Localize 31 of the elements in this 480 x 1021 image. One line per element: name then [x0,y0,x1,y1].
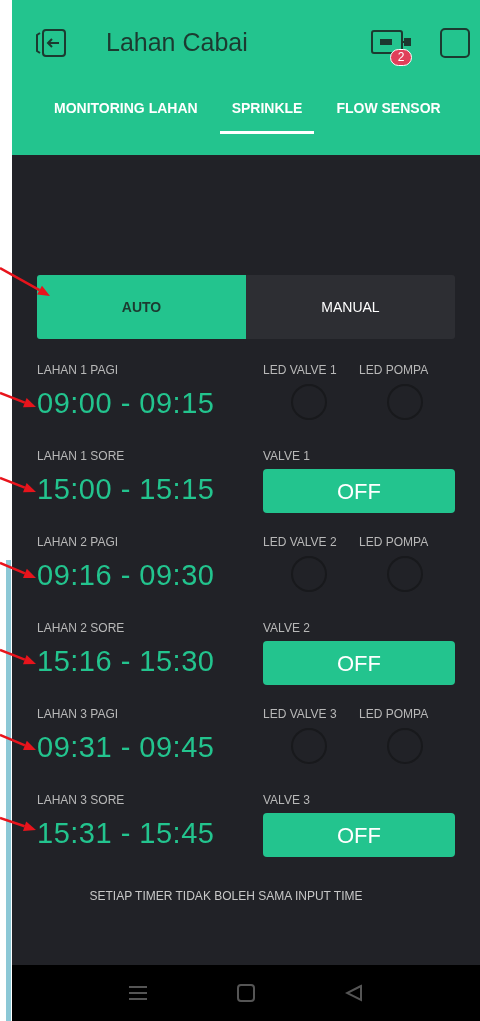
menu-icon[interactable] [129,985,147,1001]
home-icon[interactable] [237,984,255,1002]
led-label: LED VALVE 2 [263,534,337,551]
exit-icon[interactable] [34,26,68,60]
timer-value[interactable]: 09:31 - 09:45 [37,729,215,765]
timer-label: LAHAN 3 SORE [37,792,125,809]
button-label: VALVE 1 [263,448,311,465]
led-label: LED POMPA [359,362,429,379]
note-text: SETIAP TIMER TIDAK BOLEH SAMA INPUT TIME [88,888,364,905]
led-label: LED VALVE 1 [263,362,337,379]
app-title: Lahan Cabai [106,27,248,59]
led-label: LED VALVE 3 [263,706,337,723]
button-label: VALVE 3 [263,792,311,809]
timer-label: LAHAN 3 PAGI [37,706,119,723]
timer-value[interactable]: 15:00 - 15:15 [37,471,215,507]
led-label: LED POMPA [359,706,429,723]
square-button[interactable] [440,28,470,58]
timer-label: LAHAN 1 SORE [37,448,125,465]
timer-value[interactable]: 09:16 - 09:30 [37,557,215,593]
button-label: VALVE 2 [263,620,311,637]
timer-label: LAHAN 1 PAGI [37,362,119,379]
timer-value[interactable]: 09:00 - 09:15 [37,385,215,421]
timer-value[interactable]: 15:16 - 15:30 [37,643,215,679]
timer-value[interactable]: 15:31 - 15:45 [37,815,215,851]
mode-button[interactable]: AUTO [37,275,246,339]
timer-label: LAHAN 2 SORE [37,620,125,637]
mode-button[interactable]: MANUAL [246,275,455,339]
led-label: LED POMPA [359,534,429,551]
back-icon[interactable] [345,984,363,1002]
notification-badge: 2 [390,49,412,66]
timer-label: LAHAN 2 PAGI [37,534,119,551]
